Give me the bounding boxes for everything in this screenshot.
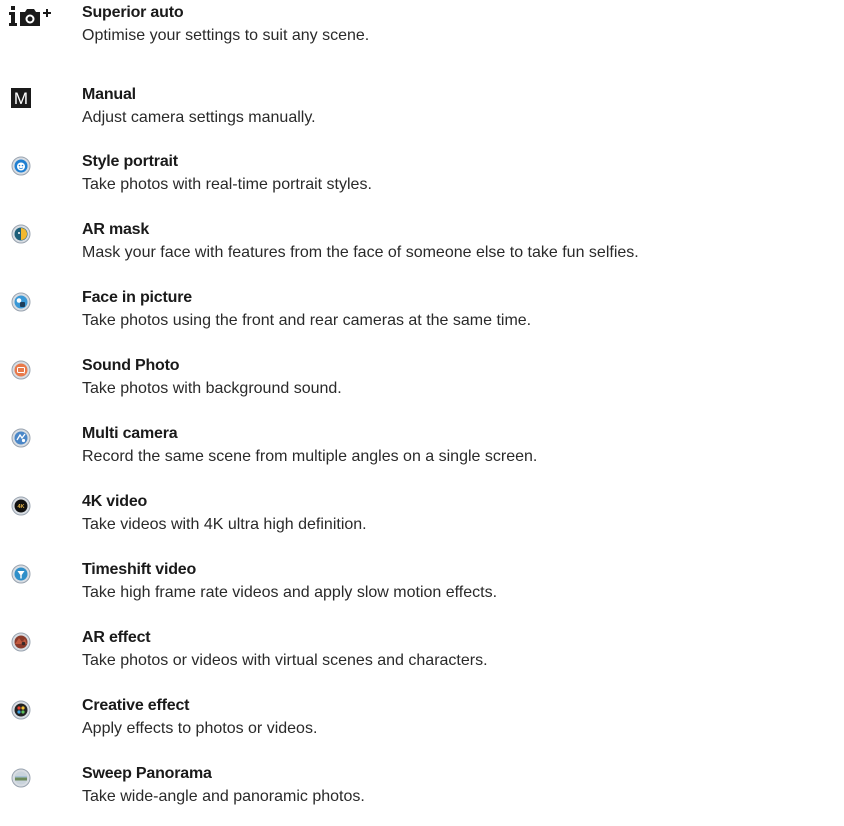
4k-video-icon: 4K: [11, 496, 31, 516]
mode-item-ar-effect: AR effect Take photos or videos with vir…: [0, 629, 844, 689]
multi-camera-icon: [11, 428, 31, 448]
mode-description: Record the same scene from multiple angl…: [82, 448, 538, 465]
mode-title: Sound Photo: [82, 357, 180, 374]
mode-item-sound-photo: Sound Photo Take photos with background …: [0, 357, 844, 417]
mode-title: AR effect: [82, 629, 151, 646]
mode-title: 4K video: [82, 493, 148, 510]
mode-title: Manual: [82, 86, 136, 103]
mode-description: Optimise your settings to suit any scene…: [82, 27, 370, 44]
sweep-panorama-icon: [11, 768, 31, 788]
mode-item-style-portrait: Style portrait Take photos with real-tim…: [0, 153, 844, 213]
mode-description: Adjust camera settings manually.: [82, 109, 316, 126]
mode-item-superior-auto: Superior auto Optimise your settings to …: [0, 4, 844, 64]
mode-item-ar-mask: AR mask Mask your face with features fro…: [0, 221, 844, 281]
mode-title: Creative effect: [82, 697, 190, 714]
mode-item-4k-video: 4K 4K video Take videos with 4K ultra hi…: [0, 493, 844, 553]
mode-description: Take high frame rate videos and apply sl…: [82, 584, 498, 601]
face-in-picture-icon: [11, 292, 31, 312]
mode-item-multi-camera: Multi camera Record the same scene from …: [0, 425, 844, 485]
mode-item-face-in-picture: Face in picture Take photos using the fr…: [0, 289, 844, 349]
mode-title: Style portrait: [82, 153, 178, 170]
mode-description: Take wide-angle and panoramic photos.: [82, 788, 365, 805]
timeshift-video-icon: [11, 564, 31, 584]
ar-mask-icon: [11, 224, 31, 244]
ar-effect-icon: [11, 632, 31, 652]
manual-icon: M: [10, 87, 32, 109]
mode-item-timeshift-video: Timeshift video Take high frame rate vid…: [0, 561, 844, 621]
style-portrait-icon: [11, 156, 31, 176]
mode-item-sweep-panorama: Sweep Panorama Take wide-angle and panor…: [0, 765, 844, 825]
mode-title: Timeshift video: [82, 561, 197, 578]
mode-title: Multi camera: [82, 425, 178, 442]
mode-description: Take videos with 4K ultra high definitio…: [82, 516, 367, 533]
mode-title: Superior auto: [82, 4, 184, 21]
svg-text:4K: 4K: [17, 504, 24, 510]
superior-auto-icon: [8, 6, 58, 28]
mode-description: Take photos using the front and rear cam…: [82, 312, 532, 329]
mode-title: Face in picture: [82, 289, 192, 306]
svg-text:M: M: [14, 89, 28, 108]
mode-description: Take photos or videos with virtual scene…: [82, 652, 488, 669]
mode-description: Take photos with real-time portrait styl…: [82, 176, 372, 193]
mode-description: Mask your face with features from the fa…: [82, 244, 639, 261]
mode-item-creative-effect: Creative effect Apply effects to photos …: [0, 697, 844, 757]
creative-effect-icon: [11, 700, 31, 720]
mode-title: Sweep Panorama: [82, 765, 212, 782]
mode-description: Apply effects to photos or videos.: [82, 720, 318, 737]
sound-photo-icon: [11, 360, 31, 380]
mode-item-manual: M Manual Adjust camera settings manually…: [0, 86, 844, 146]
mode-title: AR mask: [82, 221, 150, 238]
mode-description: Take photos with background sound.: [82, 380, 342, 397]
